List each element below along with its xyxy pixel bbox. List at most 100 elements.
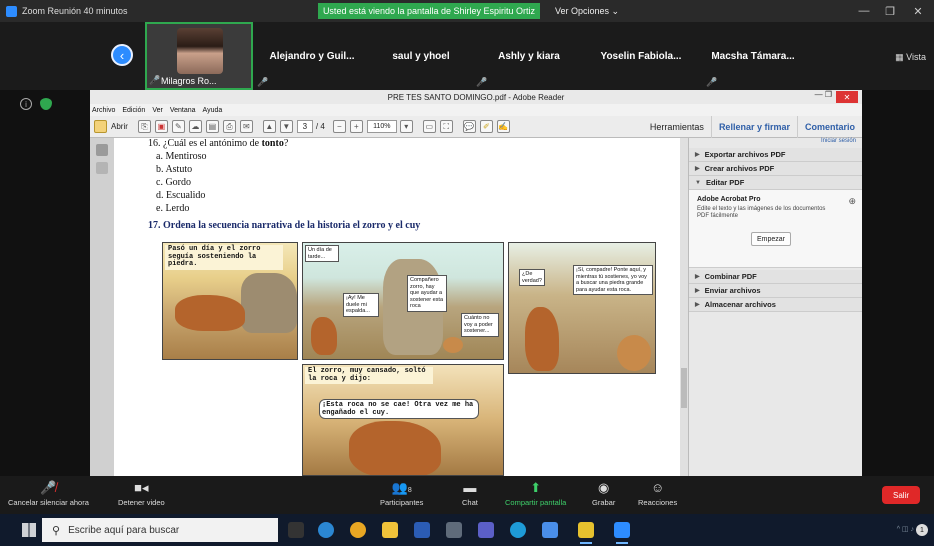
- section-create-pdf[interactable]: ▶ Crear archivos PDF: [689, 162, 862, 176]
- adobe-close-button[interactable]: ✕: [836, 91, 858, 103]
- system-tray[interactable]: ^ ◫ ♪: [897, 525, 914, 533]
- zoom-level-select[interactable]: 110%: [366, 120, 397, 133]
- open-button[interactable]: Abrir: [111, 122, 128, 131]
- maximize-button[interactable]: ❐: [876, 0, 904, 22]
- scroll-thumb[interactable]: [681, 368, 687, 408]
- fill-sign-tab[interactable]: Rellenar y firmar: [710, 116, 797, 138]
- minimize-button[interactable]: —: [850, 0, 878, 22]
- panel-2-caption-d: Cuánto no voy a poder sostener...: [461, 313, 499, 337]
- leave-button[interactable]: Salir: [882, 486, 920, 504]
- comment-icon[interactable]: 💬: [462, 120, 476, 133]
- window-title: Zoom Reunión 40 minutos: [22, 6, 128, 16]
- save-icon[interactable]: ▤: [205, 120, 219, 133]
- participant-tile[interactable]: Macsha Támara... 🎤: [698, 22, 808, 90]
- participant-name: saul y yhoel: [392, 50, 450, 62]
- word-icon[interactable]: [414, 522, 430, 538]
- adobe-window-controls[interactable]: — ❐: [815, 90, 832, 99]
- start-button[interactable]: Empezar: [751, 232, 791, 246]
- fox-image: [525, 307, 559, 371]
- browser-icon[interactable]: [510, 522, 526, 538]
- stop-video-button[interactable]: ■◂ Detener video: [118, 480, 165, 507]
- pdf-icon[interactable]: ▣: [154, 120, 168, 133]
- menu-ver[interactable]: Ver: [152, 107, 163, 114]
- sign-icon[interactable]: ✍: [496, 120, 510, 133]
- login-link[interactable]: Iniciar sesión: [689, 138, 862, 148]
- security-icon[interactable]: [578, 522, 594, 544]
- camera-icon[interactable]: [446, 522, 462, 538]
- info-icon[interactable]: ⊕: [848, 196, 856, 207]
- chat-button[interactable]: ▬ Chat: [462, 480, 478, 507]
- menu-archivo[interactable]: Archivo: [92, 107, 115, 114]
- signatures-icon[interactable]: [96, 162, 108, 174]
- windows-taskbar: ⚲ Escribe aquí para buscar ^ ◫ ♪ 1: [0, 514, 934, 546]
- taskbar-search[interactable]: ⚲ Escribe aquí para buscar: [42, 518, 278, 542]
- windows-start-icon[interactable]: [22, 523, 36, 537]
- comment-tab[interactable]: Comentario: [796, 116, 862, 138]
- participants-button[interactable]: 👥8 Participantes: [380, 480, 423, 507]
- view-button[interactable]: ▦ Vista: [895, 52, 926, 63]
- fox-image: [175, 295, 245, 331]
- edit-icon[interactable]: ✎: [171, 120, 185, 133]
- vertical-scrollbar[interactable]: [680, 138, 688, 476]
- highlight-icon[interactable]: ✐: [479, 120, 493, 133]
- page-number-input[interactable]: 3: [296, 120, 313, 133]
- notification-icon[interactable]: 1: [916, 524, 928, 536]
- fit-page-icon[interactable]: ▭: [422, 120, 436, 133]
- folder-icon[interactable]: [94, 120, 107, 133]
- zoom-control-bar: 🎤̸ Cancelar silenciar ahora ■◂ Detener v…: [0, 476, 934, 514]
- file-explorer-icon[interactable]: [382, 522, 398, 538]
- teams-icon[interactable]: [478, 522, 494, 538]
- gallery-prev-button[interactable]: ‹: [111, 44, 133, 66]
- next-page-icon[interactable]: ▼: [279, 120, 293, 133]
- create-pdf-icon[interactable]: ⎘: [137, 120, 151, 133]
- mail-icon[interactable]: ✉: [239, 120, 253, 133]
- collapse-icon: ▼: [695, 179, 701, 186]
- prev-page-icon[interactable]: ▲: [262, 120, 276, 133]
- search-placeholder: Escribe aquí para buscar: [68, 524, 180, 536]
- telegram-icon[interactable]: [318, 522, 334, 538]
- fullscreen-icon[interactable]: ⛶: [439, 120, 453, 133]
- app-icon[interactable]: [542, 522, 558, 538]
- shield-icon[interactable]: [40, 98, 52, 110]
- section-export-pdf[interactable]: ▶ Exportar archivos PDF: [689, 148, 862, 162]
- adobe-title: PRE TES SANTO DOMINGO.pdf - Adobe Reader: [387, 92, 565, 102]
- section-edit-pdf[interactable]: ▼ Editar PDF: [689, 176, 862, 190]
- zoom-dropdown-icon[interactable]: ▾: [399, 120, 413, 133]
- zoom-out-icon[interactable]: −: [332, 120, 346, 133]
- cloud-icon[interactable]: ☁: [188, 120, 202, 133]
- tools-tab[interactable]: Herramientas: [643, 116, 711, 138]
- section-store-files[interactable]: ▶ Almacenar archivos: [689, 298, 862, 312]
- participant-tile[interactable]: saul y yhoel: [366, 22, 476, 90]
- participant-tile[interactable]: 🎤 Milagros Ro...: [145, 22, 253, 90]
- comic-panel-3: ¿De verdad? ¡Sí, compadre! Ponte aquí, y…: [508, 242, 656, 374]
- share-screen-button[interactable]: ⬆ Compartir pantalla: [505, 480, 566, 507]
- info-icon[interactable]: i: [20, 98, 32, 110]
- participant-tile[interactable]: Yoselin Fabiola...: [586, 22, 696, 90]
- adobe-reader-window: PRE TES SANTO DOMINGO.pdf - Adobe Reader…: [90, 90, 862, 476]
- page-thumbnails-icon[interactable]: [96, 144, 108, 156]
- adobe-left-nav: [90, 138, 114, 476]
- zoom-in-icon[interactable]: +: [349, 120, 363, 133]
- close-button[interactable]: ✕: [904, 0, 932, 22]
- task-view-icon[interactable]: [288, 522, 304, 538]
- view-label: Vista: [906, 52, 926, 62]
- toolbar-right: Herramientas Rellenar y firmar Comentari…: [643, 116, 862, 138]
- section-send-files[interactable]: ▶ Enviar archivos: [689, 284, 862, 298]
- chrome-icon[interactable]: [350, 522, 366, 538]
- mute-button[interactable]: 🎤̸ Cancelar silenciar ahora: [8, 480, 89, 507]
- record-button[interactable]: ◉ Grabar: [592, 480, 615, 507]
- reactions-button[interactable]: ☺ Reacciones: [638, 480, 677, 507]
- menu-edicion[interactable]: Edición: [122, 107, 145, 114]
- panel-3-caption-b: ¡Sí, compadre! Ponte aquí, y mientras tú…: [573, 265, 653, 295]
- participant-tile[interactable]: Ashly y kiara 🎤: [474, 22, 584, 90]
- muted-mic-icon: 🎤: [476, 77, 488, 87]
- expand-icon: ▶: [695, 274, 700, 280]
- zoom-taskbar-icon[interactable]: [614, 522, 630, 544]
- section-combine-pdf[interactable]: ▶ Combinar PDF: [689, 270, 862, 284]
- menu-ayuda[interactable]: Ayuda: [203, 107, 223, 114]
- share-right-margin: [862, 90, 934, 476]
- menu-ventana[interactable]: Ventana: [170, 107, 196, 114]
- view-options-button[interactable]: Ver Opciones ⌄: [555, 3, 619, 19]
- participant-tile[interactable]: Alejandro y Guil... 🎤: [257, 22, 367, 90]
- print-icon[interactable]: ⎙: [222, 120, 236, 133]
